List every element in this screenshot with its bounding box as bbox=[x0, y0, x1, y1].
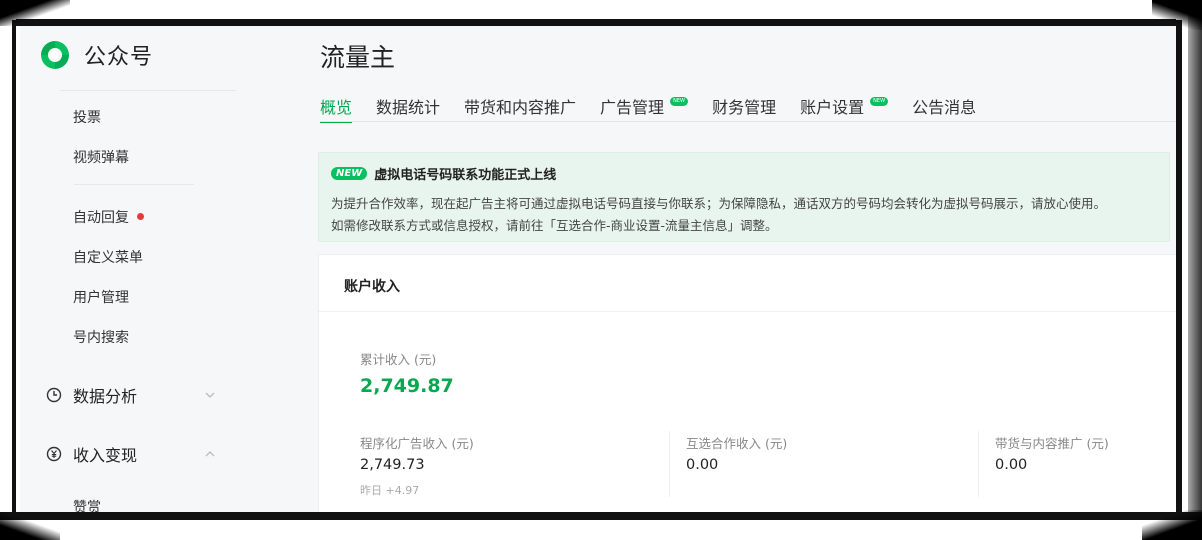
announcement-title: 虚拟电话号码联系功能正式上线 bbox=[374, 168, 557, 183]
screen: 公众号 投票 视频弹幕 自动回复 自定义菜单 用户管理 号内搜索 数据分析 收入… bbox=[20, 26, 1176, 512]
page-title: 流量主 bbox=[320, 43, 396, 72]
announcement-text: 为提升合作效率，现在起广告主将可通过虚拟电话号码直接与你联系；为保障隐私，通话双… bbox=[331, 196, 1107, 211]
sidebar-item-vote[interactable]: 投票 bbox=[73, 107, 101, 127]
wechat-official-account-logo-icon bbox=[41, 41, 69, 69]
main-content: 流量主 概览 数据统计 带货和内容推广 广告管理 NEW 财务管理 账户设置 NEW… bbox=[300, 26, 1176, 512]
sidebar-group-monetization[interactable]: 收入变现 bbox=[46, 442, 216, 466]
tab-announcements[interactable]: 公告消息 bbox=[912, 94, 976, 122]
yen-icon bbox=[46, 446, 62, 462]
mutual-selection-income-label: 互选合作收入 (元) bbox=[686, 436, 788, 451]
commerce-promotion-income-label: 带货与内容推广 (元) bbox=[995, 436, 1109, 451]
sidebar: 公众号 投票 视频弹幕 自动回复 自定义菜单 用户管理 号内搜索 数据分析 收入… bbox=[20, 26, 240, 512]
frame-edge bbox=[0, 0, 16, 540]
metric-divider bbox=[669, 431, 670, 497]
tabs-divider bbox=[320, 121, 1176, 122]
card-divider bbox=[319, 311, 1176, 312]
tab-overview[interactable]: 概览 bbox=[320, 94, 353, 123]
sidebar-divider bbox=[74, 184, 194, 185]
tab-data-statistics[interactable]: 数据统计 bbox=[376, 94, 440, 122]
app-name: 公众号 bbox=[84, 45, 154, 70]
sidebar-divider bbox=[60, 90, 236, 91]
tab-label: 概览 bbox=[320, 98, 353, 117]
frame-corner bbox=[1142, 510, 1202, 540]
sidebar-item-in-account-search[interactable]: 号内搜索 bbox=[73, 327, 129, 347]
sidebar-item-custom-menu[interactable]: 自定义菜单 bbox=[73, 247, 143, 267]
chevron-down-icon bbox=[205, 392, 215, 398]
sidebar-item-reward[interactable]: 赞赏 bbox=[73, 497, 101, 512]
tab-label: 财务管理 bbox=[712, 98, 777, 117]
frame-corner bbox=[0, 0, 70, 26]
sidebar-item-label: 自动回复 bbox=[73, 210, 129, 226]
new-badge: NEW bbox=[870, 97, 889, 106]
card-title: 账户收入 bbox=[344, 279, 400, 295]
tab-finance-management[interactable]: 财务管理 bbox=[712, 94, 776, 122]
account-income-card: 账户收入 累计收入 (元) 2,749.87 程序化广告收入 (元) 2,749… bbox=[318, 254, 1176, 512]
announcement-text: 如需修改联系方式或信息授权，请前往「互选合作-商业设置-流量主信息」调整。 bbox=[331, 218, 778, 233]
notification-dot bbox=[137, 212, 144, 220]
tab-account-settings[interactable]: 账户设置 NEW bbox=[800, 94, 889, 122]
tab-label: 广告管理 bbox=[600, 98, 665, 117]
announcement-header: NEW 虚拟电话号码联系功能正式上线 bbox=[331, 164, 556, 183]
sidebar-item-user-management[interactable]: 用户管理 bbox=[73, 287, 129, 307]
tab-label: 数据统计 bbox=[376, 98, 441, 117]
yesterday-change: 昨日 +4.97 bbox=[360, 484, 420, 497]
new-badge: NEW bbox=[670, 97, 689, 106]
frame-corner bbox=[0, 512, 60, 540]
frame-edge bbox=[1176, 0, 1202, 540]
metric-divider bbox=[978, 431, 979, 497]
tab-label: 账户设置 bbox=[800, 98, 865, 117]
sidebar-group-label: 收入变现 bbox=[73, 446, 138, 465]
programmatic-ad-income-label: 程序化广告收入 (元) bbox=[360, 436, 474, 451]
mutual-selection-income-value: 0.00 bbox=[686, 457, 719, 473]
total-income-value: 2,749.87 bbox=[360, 375, 454, 397]
frame-corner bbox=[1152, 0, 1202, 30]
sidebar-group-label: 数据分析 bbox=[73, 387, 138, 406]
sidebar-group-data-analysis[interactable]: 数据分析 bbox=[46, 383, 216, 407]
chevron-up-icon bbox=[205, 451, 215, 457]
logo[interactable]: 公众号 bbox=[38, 38, 153, 72]
photo-frame: 公众号 投票 视频弹幕 自动回复 自定义菜单 用户管理 号内搜索 数据分析 收入… bbox=[0, 0, 1202, 540]
programmatic-ad-income-value: 2,749.73 bbox=[360, 457, 425, 473]
tab-label: 公告消息 bbox=[912, 98, 977, 117]
tab-label: 带货和内容推广 bbox=[464, 98, 577, 117]
clock-icon bbox=[46, 387, 62, 403]
sidebar-item-video-danmaku[interactable]: 视频弹幕 bbox=[73, 147, 129, 167]
tab-ad-management[interactable]: 广告管理 NEW bbox=[600, 94, 689, 122]
tab-commerce-promotion[interactable]: 带货和内容推广 bbox=[464, 94, 576, 122]
tab-bar: 概览 数据统计 带货和内容推广 广告管理 NEW 财务管理 账户设置 NEW 公告消… bbox=[320, 94, 1000, 123]
sidebar-item-auto-reply[interactable]: 自动回复 bbox=[73, 207, 144, 227]
frame-edge bbox=[0, 512, 1202, 540]
new-badge: NEW bbox=[331, 167, 368, 180]
commerce-promotion-income-value: 0.00 bbox=[995, 457, 1028, 473]
frame-edge bbox=[0, 0, 1202, 26]
total-income-label: 累计收入 (元) bbox=[360, 352, 437, 367]
announcement-banner: NEW 虚拟电话号码联系功能正式上线 为提升合作效率，现在起广告主将可通过虚拟电… bbox=[318, 152, 1170, 242]
